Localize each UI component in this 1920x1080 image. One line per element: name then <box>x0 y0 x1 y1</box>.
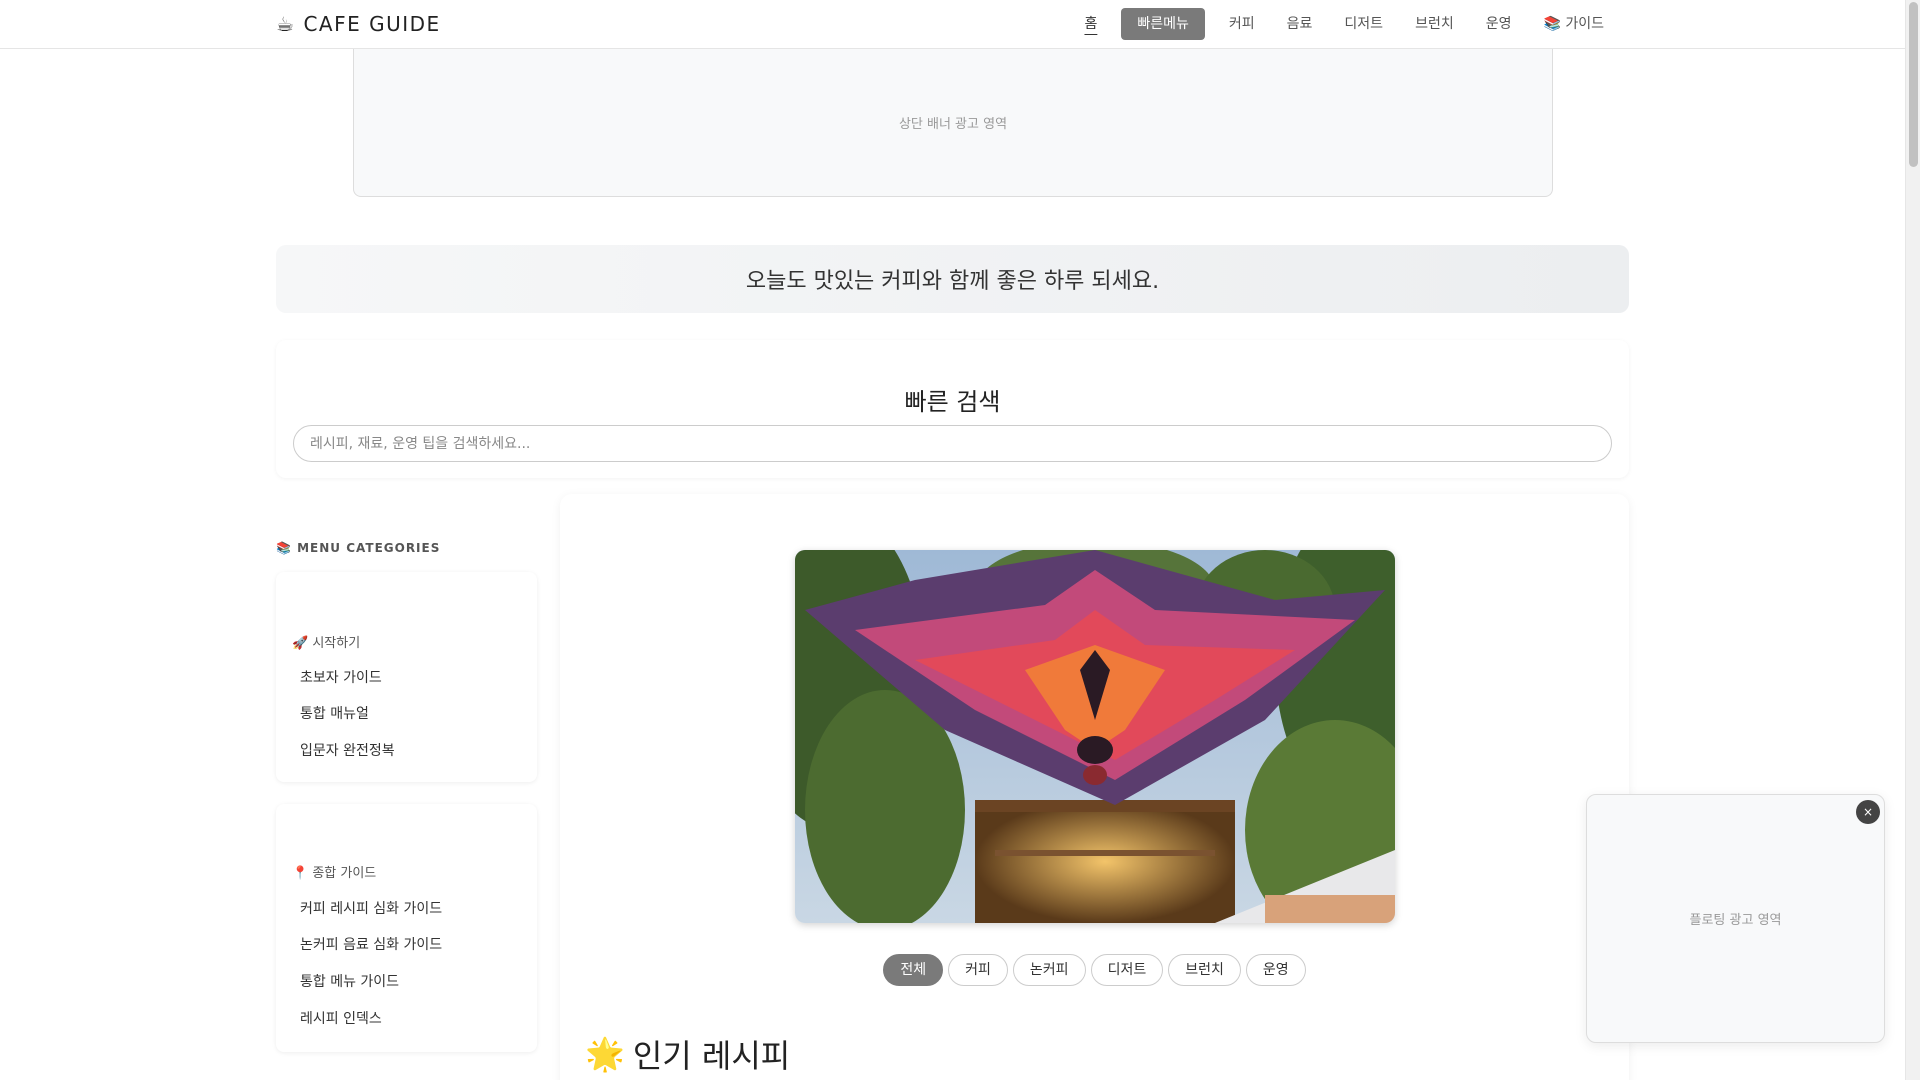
floating-ad-label: 플로팅 광고 영역 <box>1689 913 1782 928</box>
site-logo[interactable]: ☕ CAFE GUIDE <box>276 12 441 36</box>
top-navigation-bar: ☕ CAFE GUIDE 홈 빠른메뉴 커피 음료 디저트 브런치 운영 📚 가… <box>0 0 1905 49</box>
coffee-cup-icon: ☕ <box>276 12 296 36</box>
sidebar-link-coffee-recipe-guide[interactable]: 커피 레시피 심화 가이드 <box>300 898 442 918</box>
sidebar-link-beginner-guide[interactable]: 초보자 가이드 <box>300 667 382 687</box>
star-icon: 🌟 <box>585 1035 625 1073</box>
filter-brunch[interactable]: 브런치 <box>1168 954 1241 986</box>
filter-dessert[interactable]: 디저트 <box>1090 954 1164 986</box>
filter-operations[interactable]: 운영 <box>1245 954 1306 986</box>
sidebar-group-comprehensive-guide: 📍 종합 가이드 커피 레시피 심화 가이드 논커피 음료 심화 가이드 통합 … <box>276 804 537 1052</box>
category-filter-bar: 전체 커피 논커피 디저트 브런치 운영 <box>560 954 1629 986</box>
site-title: CAFE GUIDE <box>303 12 441 36</box>
sidebar-link-intro-complete[interactable]: 입문자 완전정복 <box>300 740 395 760</box>
nav-operations[interactable]: 운영 <box>1470 8 1528 40</box>
scrollbar-thumb[interactable] <box>1909 2 1918 167</box>
main-content-card: 전체 커피 논커피 디저트 브런치 운영 🌟 인기 레시피 <box>560 494 1629 1080</box>
nav-beverage[interactable]: 음료 <box>1271 8 1329 40</box>
sidebar-link-noncoffee-guide[interactable]: 논커피 음료 심화 가이드 <box>300 934 442 954</box>
search-title: 빠른 검색 <box>904 388 1001 416</box>
main-nav: 홈 빠른메뉴 커피 음료 디저트 브런치 운영 📚 가이드 <box>1068 8 1620 40</box>
page-scrollbar[interactable] <box>1905 0 1920 1080</box>
quick-search-card: 빠른 검색 <box>276 340 1629 478</box>
nav-coffee[interactable]: 커피 <box>1213 8 1271 40</box>
sidebar-link-integrated-manual[interactable]: 통합 매뉴얼 <box>300 703 369 723</box>
filter-all[interactable]: 전체 <box>883 954 944 986</box>
popular-recipes-heading: 🌟 인기 레시피 <box>585 1031 790 1077</box>
filter-coffee[interactable]: 커피 <box>948 954 1008 986</box>
sidebar-link-recipe-index[interactable]: 레시피 인덱스 <box>300 1008 382 1028</box>
sidebar-link-menu-guide[interactable]: 통합 메뉴 가이드 <box>300 971 399 991</box>
filter-noncoffee[interactable]: 논커피 <box>1012 954 1086 986</box>
section-title: 인기 레시피 <box>632 1037 791 1075</box>
top-ad-label: 상단 배너 광고 영역 <box>898 117 1008 132</box>
nav-guide[interactable]: 📚 가이드 <box>1527 8 1620 40</box>
nav-dessert[interactable]: 디저트 <box>1328 8 1399 40</box>
top-banner-ad: 상단 배너 광고 영역 <box>353 49 1553 197</box>
sidebar-title: 📚 MENU CATEGORIES <box>276 541 441 555</box>
search-input[interactable] <box>293 425 1612 462</box>
close-icon[interactable]: × <box>1856 800 1880 824</box>
hero-image <box>795 550 1395 923</box>
nav-quick-menu[interactable]: 빠른메뉴 <box>1121 8 1205 40</box>
greeting-banner: 오늘도 맛있는 커피와 함께 좋은 하루 되세요. <box>276 245 1629 313</box>
sidebar-group-heading: 🚀 시작하기 <box>292 636 361 651</box>
nav-home[interactable]: 홈 <box>1068 8 1113 40</box>
sidebar-group-getting-started: 🚀 시작하기 초보자 가이드 통합 매뉴얼 입문자 완전정복 <box>276 572 537 782</box>
sidebar-group-heading: 📍 종합 가이드 <box>292 866 377 881</box>
nav-brunch[interactable]: 브런치 <box>1399 8 1470 40</box>
floating-ad: 플로팅 광고 영역 <box>1586 794 1885 1043</box>
greeting-text: 오늘도 맛있는 커피와 함께 좋은 하루 되세요. <box>745 269 1160 294</box>
